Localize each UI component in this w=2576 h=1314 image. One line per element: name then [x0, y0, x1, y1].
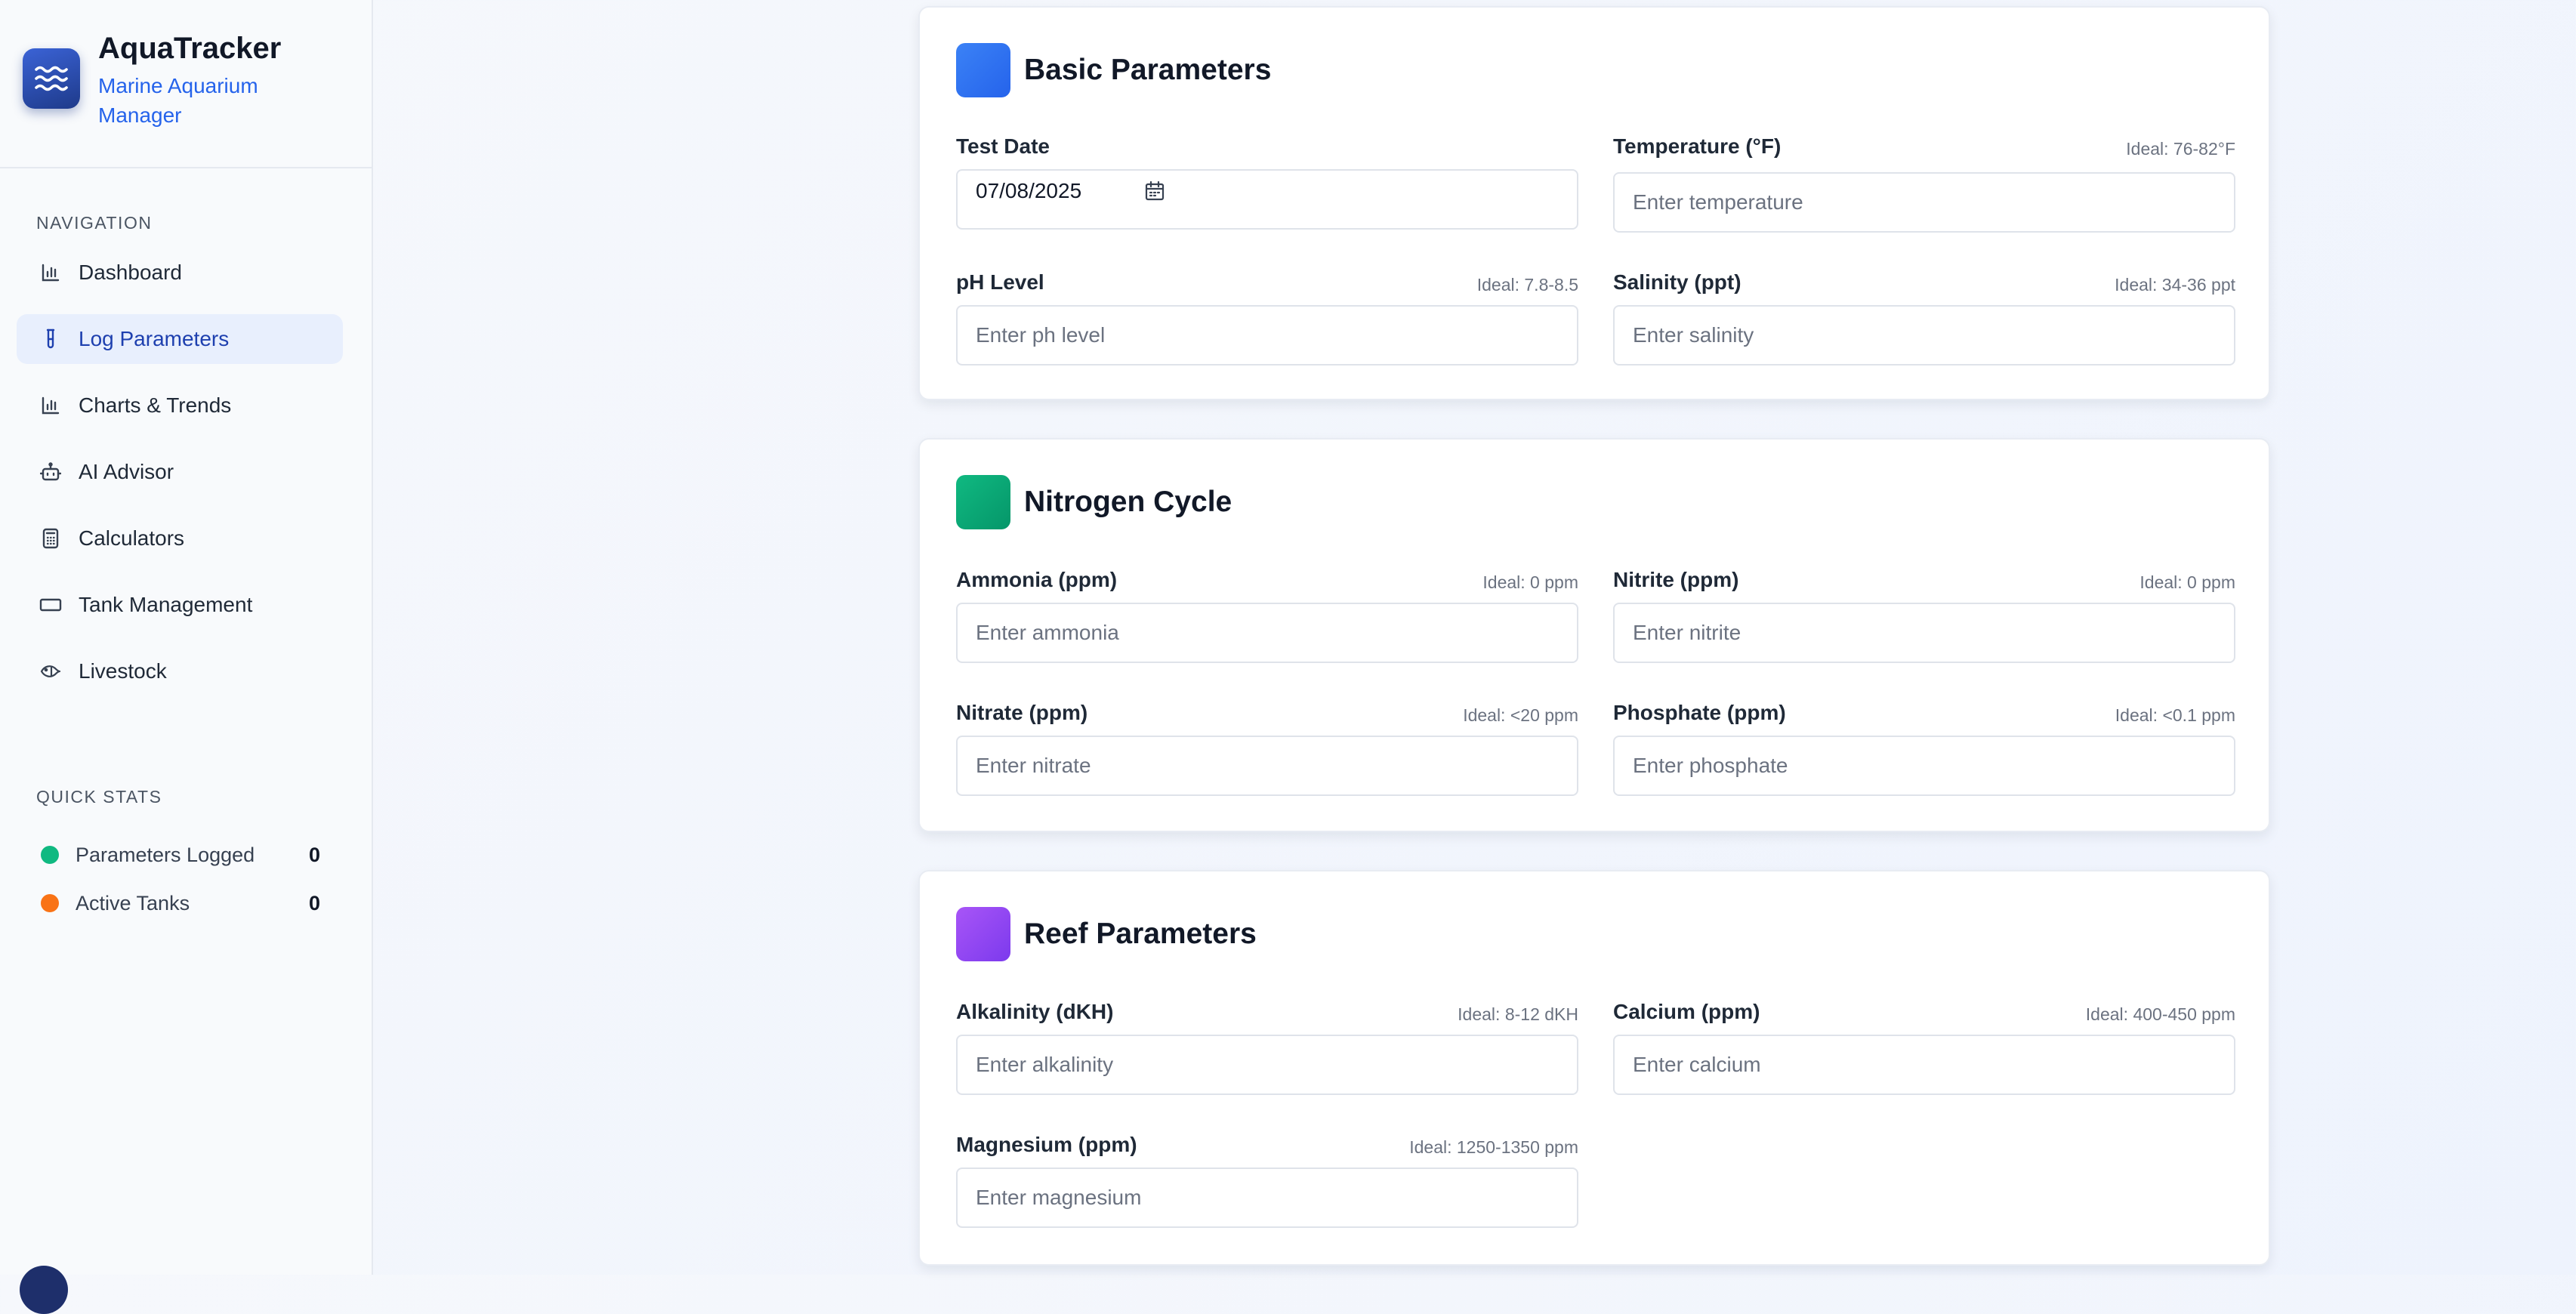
section-badge-icon: [956, 907, 1010, 961]
test-date-value: 07/08/2025: [976, 179, 1082, 202]
nav-item-calculators[interactable]: Calculators: [17, 514, 343, 563]
field-label: Ammonia (ppm): [956, 568, 1118, 591]
calculator-icon: [39, 527, 62, 550]
ideal-range: Ideal: 1250-1350 ppm: [1409, 1137, 1578, 1157]
sidebar-divider: [0, 167, 373, 168]
waves-logo-icon: [23, 48, 80, 109]
status-dot: [41, 894, 59, 912]
navigation-heading: NAVIGATION: [36, 213, 153, 233]
status-dot: [41, 846, 59, 864]
card-header: Basic Parameters: [956, 42, 1271, 98]
section-badge-icon: [956, 475, 1010, 529]
bar-chart-icon: [39, 394, 62, 417]
field-label: Test Date: [956, 134, 1050, 158]
avatar[interactable]: [20, 1266, 68, 1314]
calendar-icon[interactable]: [1143, 180, 1166, 202]
field-label: Phosphate (ppm): [1613, 701, 1786, 724]
nav-label: Dashboard: [79, 261, 182, 284]
ideal-range: Ideal: 0 ppm: [2139, 572, 2235, 592]
nav-item-dashboard[interactable]: Dashboard: [17, 248, 343, 298]
field-label: pH Level: [956, 270, 1044, 294]
nav-label: AI Advisor: [79, 460, 174, 483]
ph-level-input[interactable]: [956, 305, 1578, 366]
basic-parameters-card: Basic Parameters Test Date 07/08/2025 Te…: [918, 6, 2270, 400]
nav-item-tank-management[interactable]: Tank Management: [17, 580, 343, 630]
test-tube-icon: [39, 328, 62, 350]
stat-value: 0: [308, 843, 320, 866]
nav-label: Charts & Trends: [79, 393, 232, 417]
field-label: Salinity (ppt): [1613, 270, 1741, 294]
card-title: Nitrogen Cycle: [1024, 486, 1232, 518]
field-label: Temperature (°F): [1613, 134, 1782, 158]
card-title: Reef Parameters: [1024, 918, 1257, 950]
card-title: Basic Parameters: [1024, 54, 1272, 86]
nitrate-input[interactable]: [956, 736, 1578, 796]
temperature-input[interactable]: [1613, 172, 2235, 233]
tank-icon: [39, 594, 62, 616]
nav-label: Tank Management: [79, 593, 253, 616]
alkalinity-input[interactable]: [956, 1035, 1578, 1095]
ammonia-input[interactable]: [956, 603, 1578, 663]
quick-stats-heading: QUICK STATS: [36, 787, 162, 807]
ideal-range: Ideal: 76-82°F: [2126, 139, 2235, 159]
field-label: Calcium (ppm): [1613, 1000, 1760, 1023]
stat-label: Active Tanks: [76, 891, 190, 915]
ideal-range: Ideal: 0 ppm: [1482, 572, 1578, 592]
field-label: Nitrate (ppm): [956, 701, 1088, 724]
card-header: Reef Parameters: [956, 906, 1257, 962]
nav-item-charts-trends[interactable]: Charts & Trends: [17, 381, 343, 430]
app-title: AquaTracker: [98, 32, 282, 65]
robot-icon: [39, 461, 62, 483]
stat-label: Parameters Logged: [76, 843, 255, 866]
stat-parameters-logged: Parameters Logged 0: [41, 840, 320, 870]
fish-icon: [39, 660, 62, 683]
calcium-input[interactable]: [1613, 1035, 2235, 1095]
card-header: Nitrogen Cycle: [956, 474, 1232, 530]
nav-item-livestock[interactable]: Livestock: [17, 646, 343, 696]
nav-item-log-parameters[interactable]: Log Parameters: [17, 314, 343, 364]
salinity-input[interactable]: [1613, 305, 2235, 366]
magnesium-input[interactable]: [956, 1167, 1578, 1228]
bar-chart-icon: [39, 261, 62, 284]
nitrogen-cycle-card: Nitrogen Cycle Ammonia (ppm) Ideal: 0 pp…: [918, 438, 2270, 832]
nav-item-ai-advisor[interactable]: AI Advisor: [17, 447, 343, 497]
nitrite-input[interactable]: [1613, 603, 2235, 663]
stat-value: 0: [308, 891, 320, 915]
brand: AquaTracker Marine Aquarium Manager: [23, 32, 355, 137]
nav-label: Livestock: [79, 659, 167, 683]
field-label: Alkalinity (dKH): [956, 1000, 1114, 1023]
field-label: Nitrite (ppm): [1613, 568, 1739, 591]
ideal-range: Ideal: 8-12 dKH: [1458, 1004, 1578, 1024]
ideal-range: Ideal: 7.8-8.5: [1476, 275, 1578, 295]
sidebar: AquaTracker Marine Aquarium Manager NAVI…: [0, 0, 373, 1314]
nav-label: Calculators: [79, 526, 185, 550]
app-subtitle: Marine Aquarium Manager: [98, 74, 258, 127]
ideal-range: Ideal: <0.1 ppm: [2115, 705, 2235, 725]
ideal-range: Ideal: <20 ppm: [1463, 705, 1578, 725]
field-label: Magnesium (ppm): [956, 1133, 1137, 1156]
reef-parameters-card: Reef Parameters Alkalinity (dKH) Ideal: …: [918, 870, 2270, 1266]
stat-active-tanks: Active Tanks 0: [41, 888, 320, 918]
ideal-range: Ideal: 400-450 ppm: [2085, 1004, 2235, 1024]
nav-label: Log Parameters: [79, 327, 230, 350]
section-badge-icon: [956, 43, 1010, 97]
ideal-range: Ideal: 34-36 ppt: [2115, 275, 2235, 295]
phosphate-input[interactable]: [1613, 736, 2235, 796]
